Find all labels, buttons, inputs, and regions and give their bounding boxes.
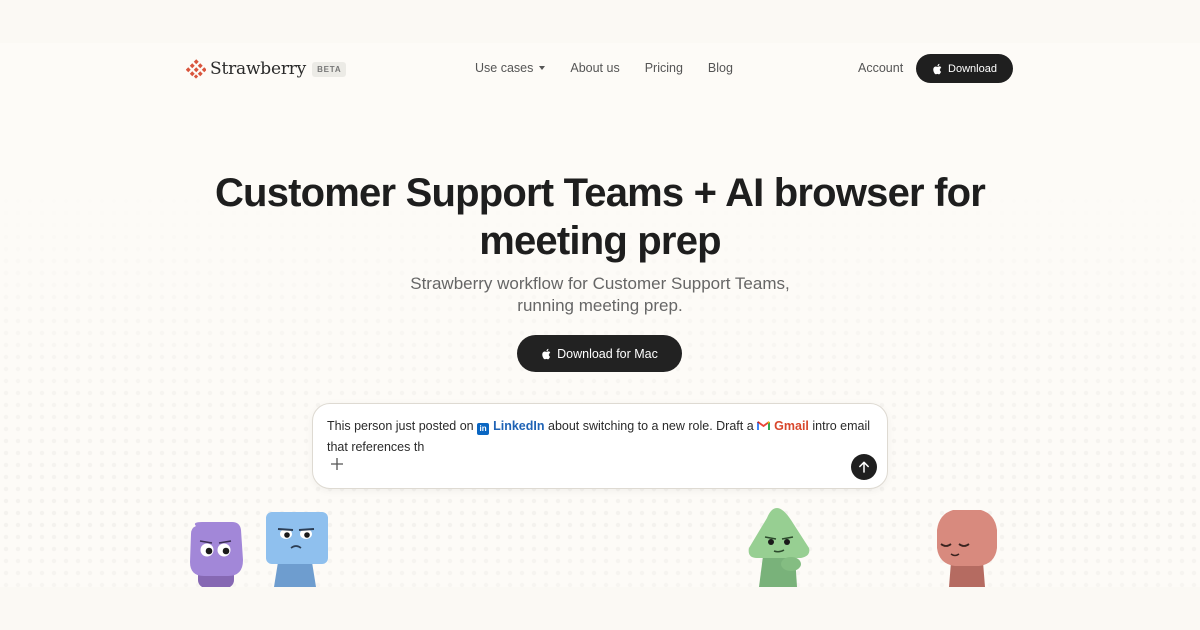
linkedin-chip: in LinkedIn xyxy=(477,419,545,435)
brand-name: Strawberry xyxy=(210,59,307,79)
prompt-text[interactable]: This person just posted on in LinkedIn ab… xyxy=(327,416,877,458)
hero-title-line: Customer Support Teams + AI browser for xyxy=(214,171,986,215)
apple-icon xyxy=(933,63,942,74)
chevron-down-icon xyxy=(539,66,546,70)
menu-item-about-us[interactable]: About us xyxy=(570,61,619,75)
linkedin-icon: in xyxy=(477,423,490,435)
download-button-label: Download xyxy=(948,62,997,75)
plus-icon[interactable] xyxy=(330,457,344,471)
green-character-illustration xyxy=(748,508,810,587)
arrow-up-icon xyxy=(859,461,869,473)
blue-character-illustration xyxy=(266,512,328,587)
menu-item-label: Pricing xyxy=(644,61,683,75)
top-nav: Strawberry BETA Use cases About us Prici… xyxy=(0,43,1200,95)
gmail-chip-label: Gmail xyxy=(774,419,809,433)
brand-logo[interactable]: Strawberry BETA xyxy=(186,59,347,79)
menu-item-use-cases[interactable]: Use cases xyxy=(475,61,546,75)
strawberry-logo-icon xyxy=(186,59,206,79)
hero-subtitle-line: Strawberry workflow for Customer Support… xyxy=(410,274,790,293)
prompt-input-box[interactable]: This person just posted on in LinkedIn ab… xyxy=(312,403,888,489)
purple-character-illustration xyxy=(190,522,243,587)
menu-item-label: About us xyxy=(570,61,620,75)
linkedin-chip-label: LinkedIn xyxy=(493,419,545,433)
beta-badge: BETA xyxy=(312,61,347,77)
download-for-mac-label: Download for Mac xyxy=(557,346,658,361)
gmail-icon xyxy=(757,421,771,430)
menu-item-label: Use cases xyxy=(475,61,534,75)
prompt-text-segment: about switching to a new role. Draft a xyxy=(548,419,754,433)
menu-item-pricing[interactable]: Pricing xyxy=(645,61,683,75)
menu-item-label: Blog xyxy=(707,61,733,75)
hero-subtitle: Strawberry workflow for Customer Support… xyxy=(0,273,1200,317)
pink-character-illustration xyxy=(937,510,997,587)
account-link[interactable]: Account xyxy=(858,61,903,75)
download-for-mac-button[interactable]: Download for Mac xyxy=(517,335,682,372)
menu-item-blog[interactable]: Blog xyxy=(708,61,733,75)
send-button[interactable] xyxy=(851,454,877,480)
hero-title-line: meeting prep xyxy=(479,219,721,263)
hero-subtitle-line: running meeting prep. xyxy=(517,296,683,315)
hero-title: Customer Support Teams + AI browser for … xyxy=(0,169,1200,265)
download-button[interactable]: Download xyxy=(916,54,1013,83)
gmail-chip: Gmail xyxy=(757,419,809,433)
main-menu: Use cases About us Pricing Blog xyxy=(475,61,733,75)
prompt-text-segment: This person just posted on xyxy=(327,419,474,433)
apple-icon xyxy=(542,348,551,359)
